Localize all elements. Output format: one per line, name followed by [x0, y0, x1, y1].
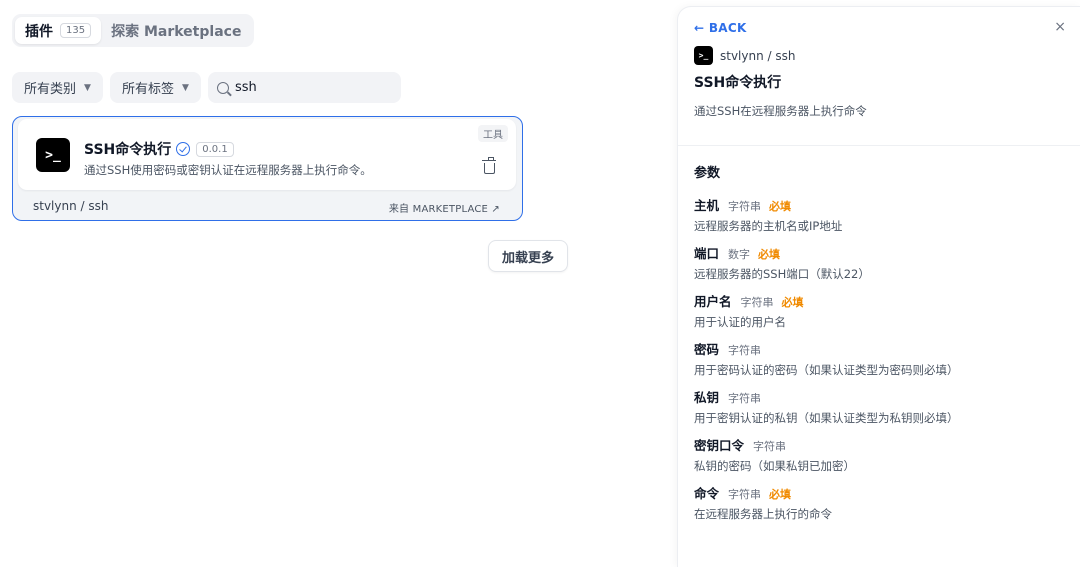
- tab-plugins[interactable]: 插件 135: [15, 17, 102, 44]
- plugin-description: 通过SSH使用密码或密钥认证在远程服务器上执行命令。: [84, 163, 372, 177]
- plugin-detail-panel: ← BACK × >_ stvlynn / ssh SSH命令执行 通过SSH在…: [677, 6, 1080, 567]
- params-heading: 参数: [694, 166, 721, 181]
- detail-author: stvlynn / ssh: [720, 49, 796, 63]
- param-type: 数字: [728, 248, 751, 261]
- version-badge: 0.0.1: [196, 141, 234, 157]
- param-name: 用户名: [694, 294, 732, 309]
- param-type: 字符串: [728, 488, 762, 501]
- param-required-badge: 必填: [769, 488, 792, 501]
- param-name: 命令: [694, 486, 720, 501]
- divider: [678, 145, 1080, 146]
- verified-icon: [176, 142, 191, 156]
- param-item: 密码 字符串 用于密码认证的密码（如果认证类型为密码则必填）: [694, 339, 959, 378]
- param-name: 密码: [694, 342, 720, 357]
- plugin-author: stvlynn / ssh: [33, 199, 109, 213]
- search-input[interactable]: [235, 80, 385, 95]
- plugin-title-row: SSH命令执行 0.0.1: [84, 139, 234, 159]
- param-name: 密钥口令: [694, 438, 745, 453]
- tag-filter[interactable]: 所有标签 ▼: [110, 72, 201, 103]
- param-item: 私钥 字符串 用于密钥认证的私钥（如果认证类型为私钥则必填）: [694, 387, 959, 426]
- tag-filter-label: 所有标签: [122, 82, 175, 97]
- trash-icon[interactable]: [482, 157, 496, 174]
- tab-marketplace[interactable]: 探索 Marketplace: [101, 17, 251, 44]
- tab-marketplace-label: 探索 Marketplace: [111, 23, 242, 40]
- plugins-page: 插件 135 探索 Marketplace 所有类别 ▼ 所有标签 ▼ >_ S…: [0, 0, 1080, 567]
- category-filter[interactable]: 所有类别 ▼: [12, 72, 103, 103]
- param-name: 主机: [694, 198, 720, 213]
- param-description: 用于认证的用户名: [694, 315, 786, 329]
- param-description: 私钥的密码（如果私钥已加密）: [694, 459, 855, 473]
- plugin-card-body: >_ SSH命令执行 0.0.1 通过SSH使用密码或密钥认证在远程服务器上执行…: [18, 119, 516, 190]
- tab-plugins-label: 插件: [25, 23, 53, 40]
- detail-title: SSH命令执行: [694, 75, 782, 91]
- search-icon: [217, 81, 229, 94]
- detail-description: 通过SSH在远程服务器上执行命令: [694, 104, 867, 118]
- load-more-button[interactable]: 加载更多: [488, 240, 568, 272]
- plugin-card[interactable]: >_ SSH命令执行 0.0.1 通过SSH使用密码或密钥认证在远程服务器上执行…: [12, 116, 523, 221]
- param-name: 私钥: [694, 390, 720, 405]
- plugins-count-badge: 135: [60, 23, 92, 38]
- param-type: 字符串: [740, 296, 774, 309]
- param-item: 主机 字符串 必填 远程服务器的主机名或IP地址: [694, 195, 842, 234]
- back-button[interactable]: ← BACK: [694, 21, 747, 35]
- param-description: 用于密钥认证的私钥（如果认证类型为私钥则必填）: [694, 411, 959, 425]
- param-item: 用户名 字符串 必填 用于认证的用户名: [694, 291, 804, 330]
- plugin-type-badge: 工具: [478, 125, 508, 142]
- param-item: 密钥口令 字符串 私钥的密码（如果私钥已加密）: [694, 435, 855, 474]
- param-type: 字符串: [753, 440, 787, 453]
- param-description: 在远程服务器上执行的命令: [694, 507, 832, 521]
- param-description: 远程服务器的主机名或IP地址: [694, 219, 843, 233]
- plugin-title: SSH命令执行: [84, 142, 172, 158]
- category-filter-label: 所有类别: [24, 82, 77, 97]
- param-required-badge: 必填: [781, 296, 804, 309]
- param-type: 字符串: [728, 344, 762, 357]
- param-description: 用于密码认证的密码（如果认证类型为密码则必填）: [694, 363, 959, 377]
- param-item: 命令 字符串 必填 在远程服务器上执行的命令: [694, 483, 832, 522]
- chevron-down-icon: ▼: [182, 82, 189, 93]
- search-box: [208, 72, 401, 103]
- marketplace-source-link[interactable]: 来自 MARKETPLACE ↗: [389, 200, 500, 215]
- param-name: 端口: [694, 246, 720, 261]
- top-tabs: 插件 135 探索 Marketplace: [12, 14, 255, 47]
- param-required-badge: 必填: [758, 248, 781, 261]
- param-type: 字符串: [728, 200, 762, 213]
- terminal-icon: >_: [36, 138, 70, 172]
- terminal-icon: >_: [694, 46, 713, 65]
- param-type: 字符串: [728, 392, 762, 405]
- param-item: 端口 数字 必填 远程服务器的SSH端口（默认22）: [694, 243, 870, 282]
- chevron-down-icon: ▼: [84, 82, 91, 93]
- close-icon[interactable]: ×: [1054, 19, 1066, 35]
- param-description: 远程服务器的SSH端口（默认22）: [694, 267, 870, 281]
- param-required-badge: 必填: [769, 200, 792, 213]
